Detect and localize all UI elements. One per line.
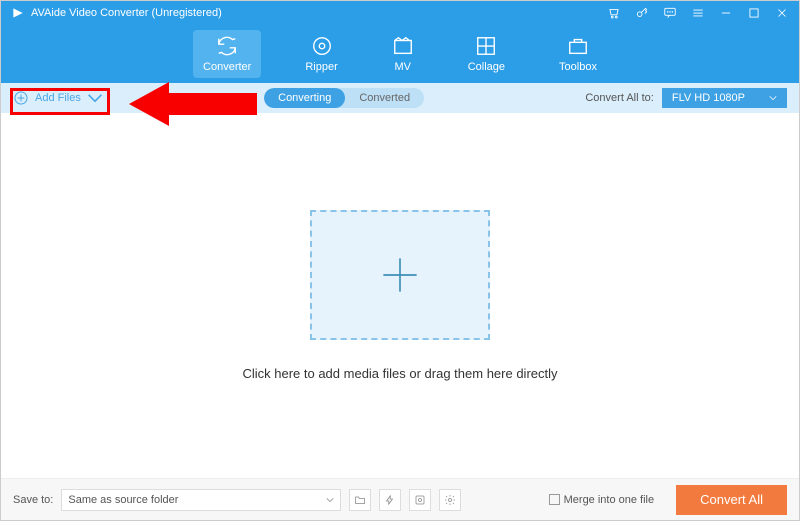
cart-icon[interactable] (607, 6, 621, 20)
task-button[interactable] (409, 489, 431, 511)
maximize-icon[interactable] (747, 6, 761, 20)
format-select[interactable]: FLV HD 1080P (662, 88, 787, 108)
open-folder-button[interactable] (349, 489, 371, 511)
nav-mv[interactable]: MV (382, 30, 424, 78)
save-to-label: Save to: (13, 494, 53, 506)
key-icon[interactable] (635, 6, 649, 20)
add-files-label: Add Files (35, 92, 81, 104)
convert-all-to: Convert All to: FLV HD 1080P (585, 88, 787, 108)
drop-text: Click here to add media files or drag th… (242, 366, 557, 381)
chevron-down-icon (769, 94, 777, 102)
save-path-select[interactable]: Same as source folder (61, 489, 341, 511)
tab-converting[interactable]: Converting (264, 88, 345, 108)
merge-label: Merge into one file (564, 494, 655, 506)
app-logo-icon (11, 6, 25, 20)
nav-toolbox[interactable]: Toolbox (549, 30, 607, 78)
chevron-down-icon (326, 496, 334, 504)
main-area: Click here to add media files or drag th… (1, 113, 799, 478)
minimize-icon[interactable] (719, 6, 733, 20)
checkbox-icon (549, 494, 560, 505)
chevron-down-icon (87, 90, 103, 106)
nav-collage[interactable]: Collage (458, 30, 515, 78)
hw-accel-button[interactable] (379, 489, 401, 511)
status-tabs: Converting Converted (264, 88, 424, 108)
convert-all-to-label: Convert All to: (585, 92, 653, 104)
add-files-button[interactable]: Add Files (13, 90, 103, 106)
save-path-value: Same as source folder (68, 494, 178, 506)
plus-icon (380, 255, 420, 295)
nav-label: Ripper (305, 61, 337, 73)
format-select-value: FLV HD 1080P (672, 92, 745, 104)
convert-all-button[interactable]: Convert All (676, 485, 787, 515)
nav-label: MV (394, 61, 411, 73)
tab-converted[interactable]: Converted (345, 88, 424, 108)
close-icon[interactable] (775, 6, 789, 20)
nav-ripper[interactable]: Ripper (295, 30, 347, 78)
window-title: AVAide Video Converter (Unregistered) (31, 7, 222, 19)
merge-checkbox[interactable]: Merge into one file (549, 494, 655, 506)
settings-button[interactable] (439, 489, 461, 511)
toolbar: Add Files Converting Converted Convert A… (1, 83, 799, 113)
nav-converter[interactable]: Converter (193, 30, 261, 78)
menu-icon[interactable] (691, 6, 705, 20)
nav-label: Toolbox (559, 61, 597, 73)
nav-label: Converter (203, 61, 251, 73)
main-nav: Converter Ripper MV Collage Toolbox (1, 25, 799, 83)
titlebar: AVAide Video Converter (Unregistered) (1, 1, 799, 25)
dropzone[interactable] (310, 210, 490, 340)
feedback-icon[interactable] (663, 6, 677, 20)
nav-label: Collage (468, 61, 505, 73)
footer: Save to: Same as source folder Merge int… (1, 478, 799, 520)
